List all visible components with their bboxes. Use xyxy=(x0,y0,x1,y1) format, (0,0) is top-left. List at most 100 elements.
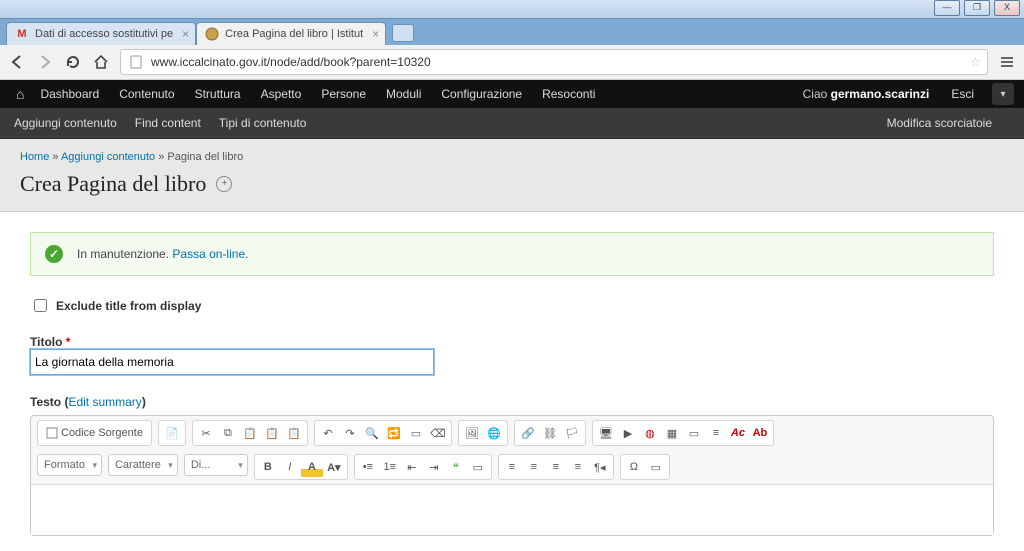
ck-undo-icon[interactable]: ↶ xyxy=(317,423,339,443)
ck-paste-word-icon[interactable]: 📋 xyxy=(283,423,305,443)
ck-content-area[interactable] xyxy=(31,484,993,535)
add-shortcut-icon[interactable]: + xyxy=(216,176,232,192)
ck-anchor-icon[interactable]: 🏳 xyxy=(561,423,583,443)
ck-iframe-icon[interactable]: ▭ xyxy=(645,457,667,477)
admin-nav-persone[interactable]: Persone xyxy=(311,80,376,108)
new-tab-button[interactable] xyxy=(392,24,414,42)
admin-nav-dashboard[interactable]: Dashboard xyxy=(30,80,109,108)
ck-indent-icon[interactable]: ⇥ xyxy=(423,457,445,477)
bookmark-star-icon[interactable]: ☆ xyxy=(970,55,981,69)
ck-link-icon[interactable]: 🔗 xyxy=(517,423,539,443)
greeting: Ciao germano.scarinzi xyxy=(803,87,930,101)
ck-align-center-icon[interactable]: ≡ xyxy=(523,457,545,477)
titolo-input[interactable] xyxy=(30,349,434,375)
ck-source-button[interactable]: Codice Sorgente xyxy=(40,423,149,443)
back-button[interactable] xyxy=(8,53,26,71)
ck-align-right-icon[interactable]: ≡ xyxy=(545,457,567,477)
reload-button[interactable] xyxy=(64,53,82,71)
ck-textcolor-icon[interactable]: A xyxy=(301,457,323,477)
ck-format-select[interactable]: Formato xyxy=(37,454,102,476)
admin-home-icon[interactable]: ⌂ xyxy=(10,80,30,108)
exclude-title-checkbox[interactable] xyxy=(34,299,47,312)
chrome-menu-button[interactable] xyxy=(998,53,1016,71)
ck-paste-text-icon[interactable]: 📋 xyxy=(261,423,283,443)
subnav-tipi-contenuto[interactable]: Tipi di contenuto xyxy=(219,116,307,130)
admin-nav-contenuto[interactable]: Contenuto xyxy=(109,80,184,108)
admin-nav-aspetto[interactable]: Aspetto xyxy=(251,80,312,108)
logout-link[interactable]: Esci xyxy=(941,80,984,108)
ck-size-select[interactable]: Di... xyxy=(184,454,248,476)
ck-blockquote-icon[interactable]: ❝ xyxy=(445,457,467,477)
ck-ac-icon[interactable]: Ac xyxy=(727,423,749,443)
admin-dropdown-icon[interactable]: ▾ xyxy=(992,83,1014,105)
ck-bgcolor-icon[interactable]: A▾ xyxy=(323,457,345,477)
ck-align-left-icon[interactable]: ≡ xyxy=(501,457,523,477)
site-favicon-icon xyxy=(205,27,219,41)
success-check-icon: ✓ xyxy=(45,245,63,263)
ck-copy-icon[interactable]: ⧉ xyxy=(217,423,239,443)
breadcrumb-home[interactable]: Home xyxy=(20,151,49,163)
ck-hr-icon[interactable]: ▭ xyxy=(683,423,705,443)
testo-label: Testo (Edit summary) xyxy=(30,395,146,409)
ck-font-select[interactable]: Carattere xyxy=(108,454,178,476)
ck-table-icon[interactable]: ▦ xyxy=(661,423,683,443)
subnav-aggiungi-contenuto[interactable]: Aggiungi contenuto xyxy=(14,116,117,130)
ck-redo-icon[interactable]: ↷ xyxy=(339,423,361,443)
ck-media-icon[interactable]: 🖥 xyxy=(595,423,617,443)
ck-ul-icon[interactable]: •≡ xyxy=(357,457,379,477)
edit-summary-link[interactable]: Edit summary xyxy=(68,395,141,409)
exclude-title-label: Exclude title from display xyxy=(56,299,201,313)
ck-italic-icon[interactable]: I xyxy=(279,457,301,477)
admin-nav-resoconti[interactable]: Resoconti xyxy=(532,80,605,108)
ck-globe-icon[interactable]: 🌐 xyxy=(483,423,505,443)
ck-selectall-icon[interactable]: ▭ xyxy=(405,423,427,443)
ck-div-icon[interactable]: ▭ xyxy=(467,457,489,477)
subnav-find-content[interactable]: Find content xyxy=(135,116,201,130)
forward-button[interactable] xyxy=(36,53,54,71)
admin-toolbar: ⌂ Dashboard Contenuto Struttura Aspetto … xyxy=(0,80,1024,108)
window-maximize-button[interactable]: ❐ xyxy=(964,0,990,16)
ck-paste-icon[interactable]: 📋 xyxy=(239,423,261,443)
browser-tabstrip: M Dati di accesso sostitutivi pe × Crea … xyxy=(0,19,1024,45)
ck-outdent-icon[interactable]: ⇤ xyxy=(401,457,423,477)
admin-nav-moduli[interactable]: Moduli xyxy=(376,80,431,108)
ck-removefmt-icon[interactable]: ⌫ xyxy=(427,423,449,443)
admin-nav-struttura[interactable]: Struttura xyxy=(185,80,251,108)
ck-cut-icon[interactable]: ✂ xyxy=(195,423,217,443)
page-title: Crea Pagina del libro + xyxy=(20,171,1004,197)
home-button[interactable] xyxy=(92,53,110,71)
address-bar[interactable]: www.iccalcinato.gov.it/node/add/book?par… xyxy=(120,49,988,75)
ck-align-justify-icon[interactable]: ≡ xyxy=(567,457,589,477)
breadcrumb-add[interactable]: Aggiungi contenuto xyxy=(61,151,155,163)
status-message: ✓ In manutenzione. Passa on-line. xyxy=(30,232,994,276)
ck-flash-icon[interactable]: ◍ xyxy=(639,423,661,443)
breadcrumb-current: Pagina del libro xyxy=(167,151,243,163)
browser-tab-2[interactable]: Crea Pagina del libro | Istitut × xyxy=(196,22,386,45)
ck-newpage-icon[interactable]: 📄 xyxy=(161,423,183,443)
tab-close-icon[interactable]: × xyxy=(182,27,189,41)
ck-bidi-icon[interactable]: ¶◂ xyxy=(589,457,611,477)
ck-embed-icon[interactable]: ▶ xyxy=(617,423,639,443)
ck-find-icon[interactable]: 🔍 xyxy=(361,423,383,443)
window-minimize-button[interactable]: — xyxy=(934,0,960,16)
window-close-button[interactable]: X xyxy=(994,0,1020,16)
titolo-label: Titolo * xyxy=(30,335,70,349)
ck-specialchar-icon[interactable]: Ω xyxy=(623,457,645,477)
admin-nav-configurazione[interactable]: Configurazione xyxy=(431,80,532,108)
url-text: www.iccalcinato.gov.it/node/add/book?par… xyxy=(151,55,431,69)
browser-tab-1[interactable]: M Dati di accesso sostitutivi pe × xyxy=(6,22,196,45)
status-link[interactable]: Passa on-line xyxy=(172,247,245,261)
page-header-region: Home » Aggiungi contenuto » Pagina del l… xyxy=(0,139,1024,212)
ck-replace-icon[interactable]: 🔁 xyxy=(383,423,405,443)
username[interactable]: germano.scarinzi xyxy=(831,87,930,101)
ck-image-icon[interactable]: 🖼 xyxy=(461,423,483,443)
ck-unlink-icon[interactable]: ⛓ xyxy=(539,423,561,443)
ck-ab-icon[interactable]: Ab xyxy=(749,423,771,443)
tab-close-icon[interactable]: × xyxy=(372,27,379,41)
edit-shortcuts-link[interactable]: Modifica scorciatoie xyxy=(887,116,992,130)
status-text: In manutenzione. xyxy=(77,247,172,261)
ck-bold-icon[interactable]: B xyxy=(257,457,279,477)
ck-ol-icon[interactable]: 1≡ xyxy=(379,457,401,477)
browser-toolbar: www.iccalcinato.gov.it/node/add/book?par… xyxy=(0,45,1024,80)
ck-pagebreak-icon[interactable]: ≡ xyxy=(705,423,727,443)
